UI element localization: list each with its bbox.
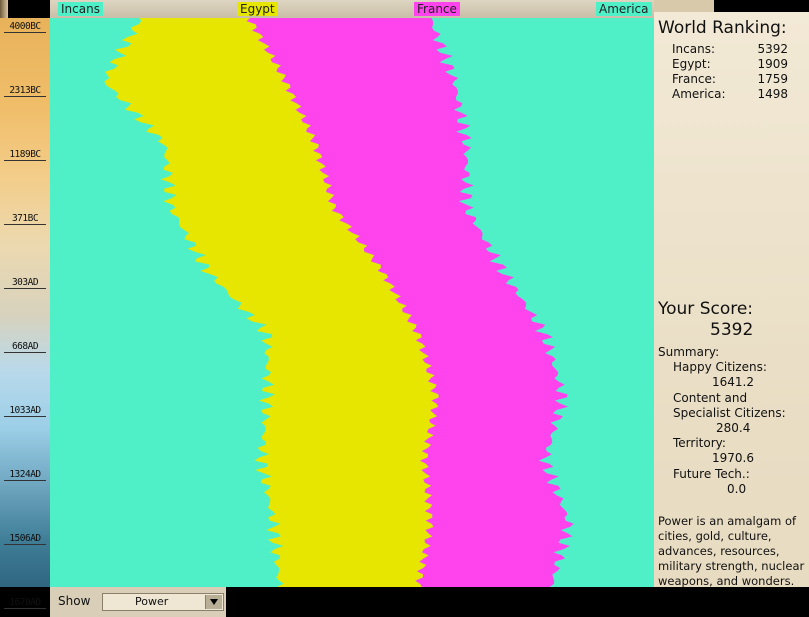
power-description: Power is an amalgam of cities, gold, cul… [658, 514, 805, 587]
timeline-tick-label: 1670AD [9, 597, 41, 608]
power-graph-svg [50, 18, 654, 587]
timeline-tick-label: 1324AD [9, 469, 41, 480]
ranking-row: Incans: 5392 [672, 42, 788, 57]
happy-citizens-value: 1641.2 [712, 375, 754, 389]
score-panel: World Ranking: Incans: 5392 Egypt: 1909 … [654, 12, 809, 587]
ranking-row: America: 1498 [672, 87, 788, 102]
ranking-civ-value: 1909 [757, 57, 788, 71]
ranking-row: Egypt: 1909 [672, 57, 788, 72]
show-bar: Show Power [50, 587, 226, 617]
territory-label: Territory: [673, 436, 726, 450]
ranking-civ-value: 5392 [757, 42, 788, 56]
happy-citizens-label: Happy Citizens: [673, 360, 767, 374]
chevron-down-icon[interactable] [205, 595, 222, 609]
timeline-tick-mark [4, 608, 46, 609]
timeline-tick-mark [4, 416, 46, 417]
timeline-tick-label: 371BC [11, 213, 39, 224]
civ-label-france: France [414, 2, 460, 16]
timeline-tick-label: 1189BC [9, 149, 41, 160]
civ-label-america: America [596, 2, 652, 16]
timeline-tick-mark [4, 288, 46, 289]
timeline-tick-mark [4, 160, 46, 161]
timeline-tick-mark [4, 32, 46, 33]
ranking-civ-name: Egypt: [672, 57, 711, 71]
timeline-tick-label: 668AD [11, 341, 39, 352]
timeline-tick-label: 2313BC [9, 85, 41, 96]
timeline-tick-mark [4, 96, 46, 97]
ranking-civ-value: 1759 [757, 72, 788, 86]
ranking-row: France: 1759 [672, 72, 788, 87]
timeline-tick-mark [4, 480, 46, 481]
timeline-tick-label: 1033AD [9, 405, 41, 416]
timeline-tick-mark [4, 352, 46, 353]
timeline-tick-mark [4, 224, 46, 225]
content-citizens-value: 280.4 [716, 421, 751, 435]
timeline-tick-label: 303AD [11, 277, 39, 288]
panel-top-edge [654, 0, 714, 12]
ranking-civ-value: 1498 [757, 87, 788, 101]
your-score-title: Your Score: [658, 299, 754, 319]
power-graph [50, 18, 654, 587]
future-tech-label: Future Tech.: [673, 467, 750, 481]
timeline-tick-label: 1506AD [9, 533, 41, 544]
civ-label-egypt: Egypt [237, 2, 278, 16]
show-dropdown[interactable]: Power [102, 593, 224, 611]
summary-label: Summary: [658, 345, 720, 359]
timeline-axis [0, 18, 50, 587]
civ-label-strip: Incans Egypt France America [50, 0, 654, 18]
show-dropdown-value: Power [135, 595, 169, 608]
panel-top-bar [714, 0, 809, 12]
future-tech-value: 0.0 [727, 482, 747, 496]
civ-label-incans: Incans [58, 2, 103, 16]
ranking-civ-name: Incans: [672, 42, 715, 56]
timeline-tick-label: 4000BC [9, 21, 41, 32]
territory-value: 1970.6 [712, 451, 754, 465]
ranking-civ-name: America: [672, 87, 726, 101]
world-ranking-title: World Ranking: [658, 18, 787, 38]
your-score-value: 5392 [710, 320, 754, 340]
ranking-civ-name: France: [672, 72, 716, 86]
content-citizens-label: Content and [673, 391, 748, 405]
show-label: Show [58, 594, 91, 608]
specialist-citizens-label: Specialist Citizens: [673, 406, 786, 420]
timeline-tick-mark [4, 544, 46, 545]
